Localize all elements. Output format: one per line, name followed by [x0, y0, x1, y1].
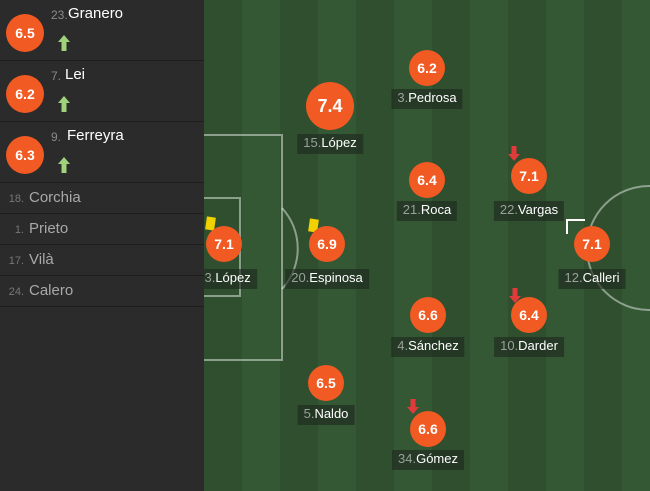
- player-name: Darder: [518, 338, 558, 353]
- player-label: 34.Gómez: [392, 450, 464, 470]
- player-rating-badge: 7.1: [574, 226, 610, 262]
- player-name: López: [321, 135, 357, 150]
- player-name: Naldo: [314, 406, 349, 421]
- player-label: 12.Calleri: [558, 269, 626, 289]
- player-number: 22.: [499, 202, 518, 217]
- player-label: 3.Pedrosa: [391, 89, 463, 109]
- player-rating-badge: 6.2: [6, 75, 44, 113]
- player-rating-badge: 6.5: [6, 14, 44, 52]
- player-name: Lei: [65, 66, 86, 83]
- player-number: 34.: [398, 451, 417, 466]
- player-number: 23.: [51, 8, 68, 22]
- player-name: Roca: [420, 202, 452, 217]
- player-name: Calero: [29, 282, 74, 299]
- bench-player-row[interactable]: 1. Prieto: [0, 214, 204, 245]
- player-name: Granero: [68, 5, 124, 22]
- player-number: 10.: [500, 338, 519, 353]
- substitute-row[interactable]: 6.5 23. Granero: [0, 0, 204, 61]
- player-label: 4.Sánchez: [391, 337, 465, 357]
- player-name: Espinosa: [309, 270, 363, 285]
- player-label: 21.Roca: [396, 201, 458, 221]
- player-rating-badge: 6.4: [409, 162, 445, 198]
- player-number: 5.: [303, 406, 315, 421]
- substitute-row[interactable]: 6.2 7. Lei: [0, 61, 204, 122]
- pitch: 7.1 13.López 6.9 20.Espinosa 7.4 15.Lópe…: [204, 0, 650, 491]
- player-rating-badge: 6.3: [6, 136, 44, 174]
- player-rating-badge: 7.1: [206, 226, 242, 262]
- player-number: 17.: [8, 255, 24, 267]
- player-number: 4.: [397, 338, 409, 353]
- player-name: Corchia: [29, 189, 81, 206]
- player-number: 24.: [8, 286, 24, 298]
- player-rating-badge: 6.5: [308, 365, 344, 401]
- player-label: 15.López: [297, 134, 363, 154]
- player-name: Vilà: [29, 251, 54, 268]
- player-label: 20.Espinosa: [285, 269, 369, 289]
- player-label: 13.López: [204, 269, 257, 289]
- bench-player-row[interactable]: 18. Corchia: [0, 183, 204, 214]
- player-rating-badge: 6.4: [511, 297, 547, 333]
- player-rating-badge: 6.9: [309, 226, 345, 262]
- player-number: 12.: [564, 270, 583, 285]
- player-name: Gómez: [416, 451, 458, 466]
- substituted-in-icon: [58, 96, 70, 112]
- player-number: 9.: [51, 130, 62, 144]
- player-name: Ferreyra: [67, 127, 124, 144]
- player-name: Prieto: [29, 220, 69, 237]
- bench-player-row[interactable]: 24. Calero: [0, 276, 204, 307]
- player-name: Sánchez: [408, 338, 459, 353]
- player-number: 13.: [204, 270, 216, 285]
- bench-player-row[interactable]: 17. Vilà: [0, 245, 204, 276]
- substitutes-panel: 6.5 23. Granero 6.2 7. Lei 6.3 9. Ferrey…: [0, 0, 204, 491]
- player-name: Calleri: [582, 270, 620, 285]
- player-rating-badge: 7.4: [306, 82, 354, 130]
- player-rating-badge: 6.6: [410, 297, 446, 333]
- player-number: 15.: [303, 135, 322, 150]
- substituted-in-icon: [58, 157, 70, 173]
- player-label: 5.Naldo: [297, 405, 355, 425]
- player-name: Vargas: [517, 202, 559, 217]
- player-name: López: [215, 270, 251, 285]
- player-rating-badge: 6.2: [409, 50, 445, 86]
- player-rating-badge: 6.6: [410, 411, 446, 447]
- player-number: 1.: [14, 224, 24, 236]
- player-number: 20.: [291, 270, 310, 285]
- player-rating-badge: 7.1: [511, 158, 547, 194]
- player-number: 18.: [8, 193, 24, 205]
- player-number: 3.: [397, 90, 409, 105]
- player-label: 10.Darder: [494, 337, 564, 357]
- substitute-row[interactable]: 6.3 9. Ferreyra: [0, 122, 204, 183]
- player-number: 7.: [51, 69, 62, 83]
- player-label: 22.Vargas: [493, 201, 565, 221]
- substituted-in-icon: [58, 35, 70, 51]
- player-name: Pedrosa: [408, 90, 457, 105]
- player-number: 21.: [402, 202, 421, 217]
